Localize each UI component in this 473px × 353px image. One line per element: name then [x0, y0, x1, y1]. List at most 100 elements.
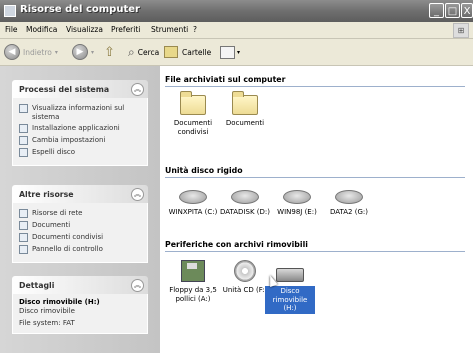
hard-disk-icon: [231, 190, 259, 204]
back-dropdown-icon[interactable]: ▾: [55, 49, 58, 56]
item-data2[interactable]: DATA2 (G:): [322, 190, 376, 217]
item-floppy[interactable]: Floppy da 3,5 pollici (A:): [166, 260, 220, 303]
folders-icon: [164, 46, 178, 58]
item-datadisk[interactable]: DATADISK (D:): [218, 190, 272, 217]
toolbar: ◀ Indietro ▾ ▶ ▾ ⇧ ⌕ Cerca Cartelle ▾: [0, 39, 473, 66]
cd-drive-icon: [234, 260, 256, 282]
forward-button[interactable]: ▶ ▾: [72, 43, 94, 61]
panel-dettagli: Dettagli ︽ Disco rimovibile (H:) Disco r…: [12, 276, 148, 334]
item-winxpita[interactable]: WINXPITA (C:): [166, 190, 220, 217]
panel-processi: Processi del sistema ︽ Visualizza inform…: [12, 80, 148, 166]
control-panel-icon: [19, 245, 28, 254]
link-pannello-di-controllo[interactable]: Pannello di controllo: [19, 245, 141, 254]
maximize-button[interactable]: □: [445, 3, 460, 18]
item-label: WINXPITA (C:): [168, 208, 218, 216]
back-label: Indietro: [23, 47, 52, 57]
collapse-chevron-icon[interactable]: ︽: [131, 279, 144, 292]
window-title: Risorse del computer: [20, 4, 140, 15]
task-system-info[interactable]: Visualizza informazioni sul sistema: [19, 104, 141, 121]
menu-visualizza[interactable]: Visualizza: [66, 25, 103, 34]
eject-disk-icon: [19, 148, 28, 157]
task-pane: Processi del sistema ︽ Visualizza inform…: [0, 66, 160, 353]
menu-bar: File Modifica Visualizza Preferiti Strum…: [0, 22, 473, 39]
item-label: DATADISK (D:): [220, 208, 270, 216]
item-removable-disk[interactable]: Disco rimovibile (H:): [265, 260, 315, 314]
search-icon: ⌕: [128, 44, 135, 59]
menu-help[interactable]: ?: [193, 25, 197, 34]
details-filesystem: File system: FAT: [19, 319, 75, 327]
back-button[interactable]: ◀ Indietro ▾: [4, 43, 58, 61]
control-panel-icon: [19, 136, 28, 145]
views-dropdown-icon: ▾: [237, 48, 241, 56]
task-change-settings[interactable]: Cambia impostazioni: [19, 136, 141, 145]
item-documenti-condivisi[interactable]: Documenti condivisi: [166, 91, 220, 136]
folder-icon: [232, 91, 258, 115]
up-folder-icon: ⇧: [104, 44, 115, 60]
minimize-button[interactable]: _: [429, 3, 444, 18]
add-remove-programs-icon: [19, 124, 28, 133]
panel-title: Altre risorse: [19, 190, 74, 199]
link-label: Pannello di controllo: [32, 245, 103, 253]
task-add-remove-programs[interactable]: Installazione applicazioni: [19, 124, 141, 133]
link-documenti[interactable]: Documenti: [19, 221, 141, 230]
floppy-icon: [181, 260, 205, 282]
item-cd-drive[interactable]: Unità CD (F:): [218, 260, 272, 295]
content-area: File archiviati sul computer Documenti c…: [160, 66, 473, 353]
collapse-chevron-icon[interactable]: ︽: [131, 83, 144, 96]
network-places-icon: [19, 209, 28, 218]
item-win98j[interactable]: WIN98J (E:): [270, 190, 324, 217]
folders-button[interactable]: Cartelle: [164, 43, 211, 61]
link-label: Documenti: [32, 221, 71, 229]
link-risorse-di-rete[interactable]: Risorse di rete: [19, 209, 141, 218]
windows-flag-icon: ⊞: [453, 23, 469, 38]
panel-title: Processi del sistema: [19, 85, 110, 94]
documents-folder-icon: [19, 221, 28, 230]
hard-disk-icon: [335, 190, 363, 204]
link-documenti-condivisi[interactable]: Documenti condivisi: [19, 233, 141, 242]
shared-folder-icon: [180, 91, 206, 115]
search-label: Cerca: [137, 47, 160, 57]
panel-header[interactable]: Processi del sistema ︽: [12, 80, 148, 98]
folders-label: Cartelle: [182, 47, 212, 57]
forward-dropdown-icon[interactable]: ▾: [91, 49, 94, 56]
forward-arrow-icon: ▶: [72, 44, 88, 60]
item-label: DATA2 (G:): [330, 208, 368, 216]
views-button[interactable]: ▾: [220, 43, 240, 61]
task-label: Espelli disco: [32, 148, 76, 156]
task-label: Installazione applicazioni: [32, 124, 120, 132]
item-label: Documenti: [225, 119, 265, 127]
shared-folder-icon: [19, 233, 28, 242]
task-eject-disk[interactable]: Espelli disco: [19, 148, 141, 157]
details-type: Disco rimovibile: [19, 307, 75, 315]
computer-icon: [4, 5, 16, 17]
up-folder-button[interactable]: ⇧: [104, 43, 115, 61]
item-label: WIN98J (E:): [277, 208, 317, 216]
item-label: Disco rimovibile (H:): [265, 286, 315, 314]
menu-preferiti[interactable]: Preferiti: [111, 25, 140, 34]
hard-disk-icon: [283, 190, 311, 204]
link-label: Risorse di rete: [32, 209, 83, 217]
collapse-chevron-icon[interactable]: ︽: [131, 188, 144, 201]
close-button[interactable]: X: [461, 3, 473, 18]
task-label: Visualizza informazioni sul sistema: [32, 104, 125, 121]
hard-disk-icon: [179, 190, 207, 204]
title-bar: Risorse del computer _ □ X: [0, 0, 473, 22]
item-label: Documenti condivisi: [173, 119, 213, 136]
panel-title: Dettagli: [19, 281, 55, 290]
group-header-files: File archiviati sul computer: [165, 75, 465, 87]
item-label: Unità CD (F:): [222, 286, 268, 294]
search-button[interactable]: ⌕ Cerca: [128, 43, 159, 61]
item-documenti[interactable]: Documenti: [218, 91, 272, 128]
link-label: Documenti condivisi: [32, 233, 104, 241]
menu-file[interactable]: File: [5, 25, 18, 34]
removable-disk-icon: [276, 268, 304, 282]
panel-header[interactable]: Altre risorse ︽: [12, 185, 148, 203]
menu-strumenti[interactable]: Strumenti: [151, 25, 188, 34]
system-info-icon: [19, 104, 28, 113]
menu-modifica[interactable]: Modifica: [26, 25, 57, 34]
panel-header[interactable]: Dettagli ︽: [12, 276, 148, 294]
details-name: Disco rimovibile (H:): [19, 298, 100, 306]
panel-altre-risorse: Altre risorse ︽ Risorse di rete Document…: [12, 185, 148, 263]
group-header-removable: Periferiche con archivi rimovibili: [165, 240, 465, 252]
views-icon: [220, 45, 235, 59]
